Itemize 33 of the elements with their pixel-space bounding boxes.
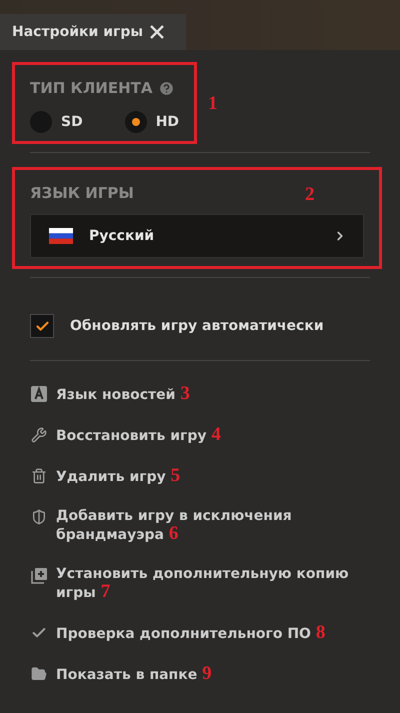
letter-a-icon	[31, 386, 47, 402]
annotation-number: 9	[202, 663, 212, 684]
flag-icon	[49, 228, 73, 244]
language-select[interactable]: Русский	[30, 214, 364, 258]
menu-link[interactable]: Проверка дополнительного ПО 8	[30, 624, 370, 643]
menu-link[interactable]: Восстановить игру 4	[30, 426, 370, 445]
checkbox[interactable]	[30, 314, 54, 338]
annotation-number: 5	[170, 465, 180, 486]
copy-plus-icon	[30, 567, 48, 584]
annotation-number: 4	[211, 424, 221, 445]
section-title: ЯЗЫК ИГРЫ	[30, 184, 134, 202]
trash-icon	[31, 468, 47, 484]
radio-option[interactable]: SD	[30, 111, 83, 133]
menu-link[interactable]: Язык новостей 3	[30, 385, 370, 404]
checkbox-label: Обновлять игру автоматически	[70, 318, 324, 334]
annotation-number: 3	[180, 383, 190, 404]
section-title: ТИП КЛИЕНТА	[30, 79, 152, 97]
checkmark-icon	[34, 318, 50, 334]
menu-link[interactable]: Удалить игру 5	[30, 467, 370, 486]
menu-link[interactable]: Установить дополнительную копию игры 7	[30, 566, 370, 602]
folder-icon	[31, 666, 47, 682]
wrench-icon	[31, 427, 47, 443]
annotation-number: 1	[208, 93, 218, 115]
annotation-number: 2	[305, 184, 314, 206]
annotation-number: 6	[168, 523, 178, 544]
settings-tab[interactable]: Настройки игры	[0, 14, 186, 50]
menu-link[interactable]: Добавить игру в исключения брандмауэра 6	[30, 508, 370, 544]
radio-option[interactable]: HD	[124, 111, 180, 133]
annotation-number: 7	[100, 581, 110, 602]
annotation-number: 8	[316, 622, 326, 643]
shield-icon	[31, 509, 47, 525]
menu-link[interactable]: Показать в папке 9	[30, 665, 370, 684]
help-icon[interactable]	[158, 80, 176, 96]
